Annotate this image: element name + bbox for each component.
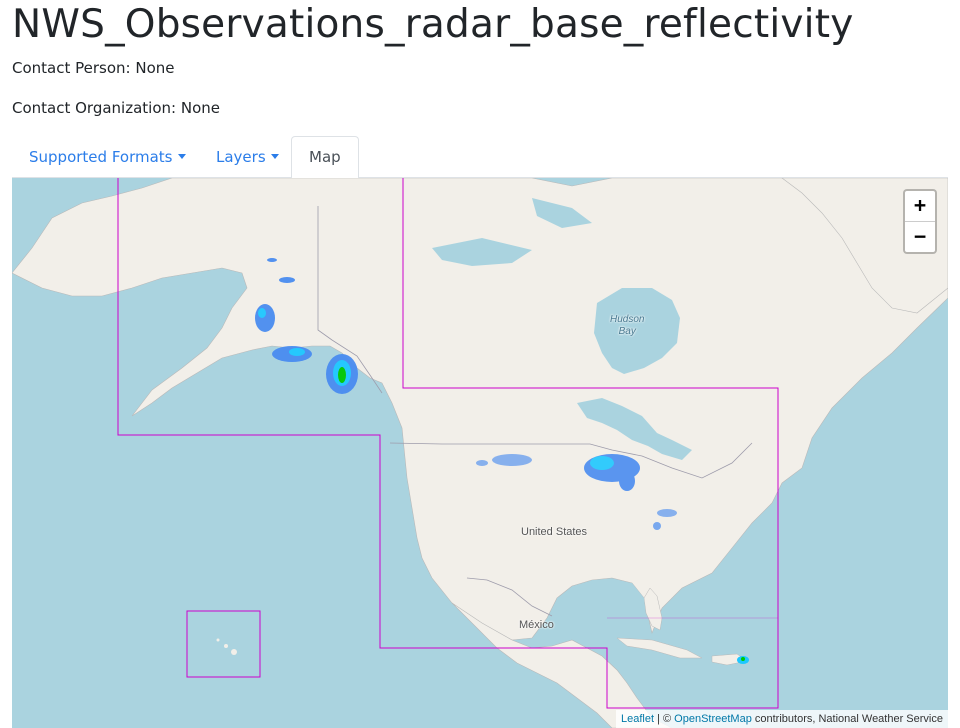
attribution-text: contributors, National Weather Service <box>751 713 943 725</box>
leaflet-link[interactable]: Leaflet <box>621 713 654 725</box>
tab-supported-formats-label: Supported Formats <box>29 148 173 166</box>
label-hudson-bay-text: Hudson Bay <box>610 314 645 337</box>
land-hawaii-2 <box>224 644 228 648</box>
chevron-down-icon <box>270 154 279 159</box>
zoom-control: + − <box>903 189 937 254</box>
zoom-in-button[interactable]: + <box>905 191 935 222</box>
tab-supported-formats[interactable]: Supported Formats <box>12 136 203 178</box>
tab-layers[interactable]: Layers <box>199 136 296 178</box>
land-hawaii-3 <box>216 638 220 642</box>
contact-organization: Contact Organization: None <box>12 99 220 117</box>
basemap <box>12 178 948 728</box>
land-hawaii-1 <box>231 649 237 655</box>
map-attribution: Leaflet | © OpenStreetMap contributors, … <box>616 710 948 728</box>
map-viewport[interactable]: Hudson Bay United States México + − Leaf… <box>12 178 948 728</box>
label-hudson-bay: Hudson Bay <box>610 314 644 338</box>
attribution-separator: | © <box>654 713 675 725</box>
chevron-down-icon <box>177 154 186 159</box>
water-gulf <box>557 580 646 636</box>
coverage-hawaii <box>186 610 261 678</box>
zoom-out-button[interactable]: − <box>905 222 935 252</box>
openstreetmap-link[interactable]: OpenStreetMap <box>674 713 752 725</box>
tab-map-label: Map <box>309 148 341 166</box>
page-title: NWS_Observations_radar_base_reflectivity <box>12 2 854 47</box>
label-united-states: United States <box>521 526 588 538</box>
tab-bar: Supported Formats Layers Map <box>12 136 948 179</box>
tab-layers-label: Layers <box>216 148 266 166</box>
tab-map[interactable]: Map <box>291 136 359 179</box>
radar-caribbean <box>737 656 749 664</box>
contact-person: Contact Person: None <box>12 59 175 77</box>
land-cuba <box>616 637 703 659</box>
label-mexico: México <box>519 619 554 631</box>
